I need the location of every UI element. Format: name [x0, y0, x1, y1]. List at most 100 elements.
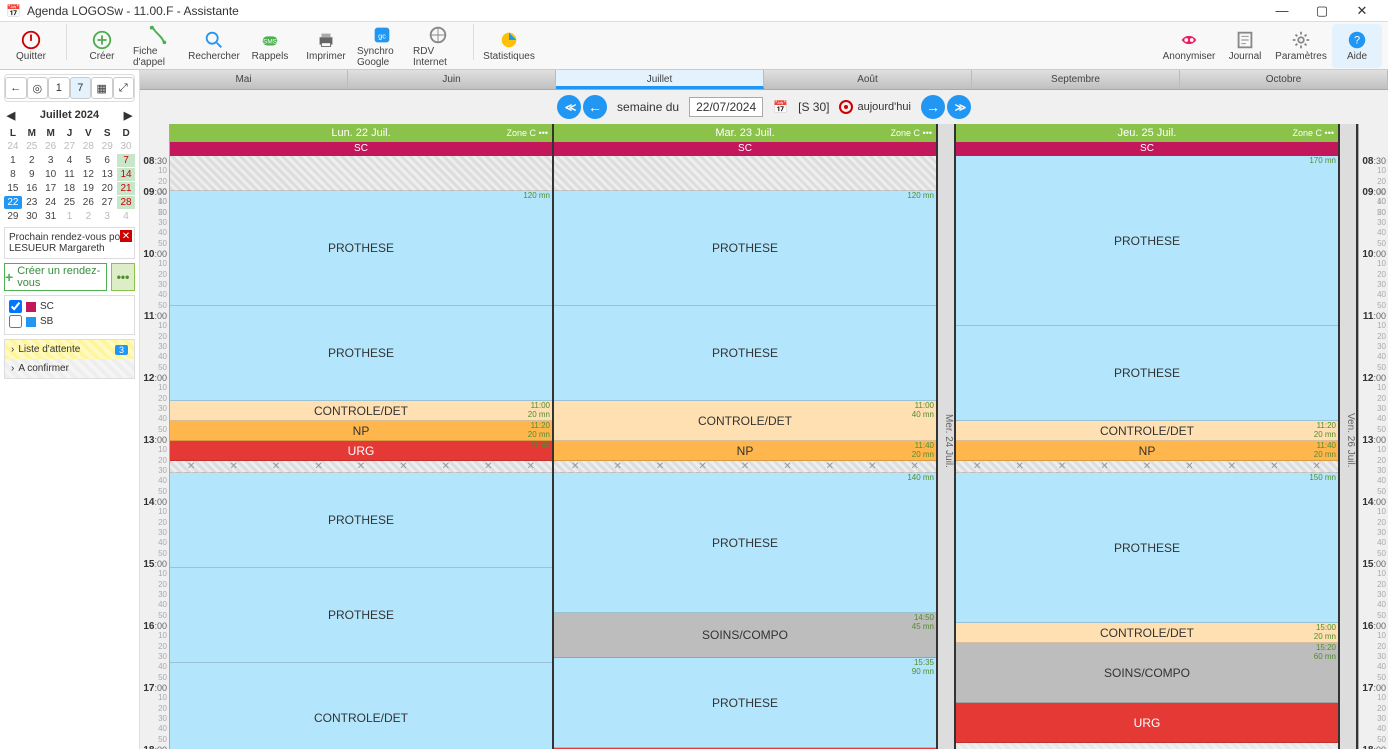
day-header[interactable]: Jeu. 25 Juil.Zone C •••	[956, 124, 1338, 142]
settings-button[interactable]: Paramètres	[1276, 24, 1326, 68]
cal-day-cell[interactable]: 28	[117, 196, 135, 209]
time-slot[interactable]: PROTHESE120 mn	[170, 191, 552, 306]
help-button[interactable]: ?Aide	[1332, 24, 1382, 68]
time-slot[interactable]: URG	[956, 703, 1338, 743]
prev-fast-button[interactable]: ≪	[557, 95, 581, 119]
cal-day-cell[interactable]: 3	[42, 154, 60, 167]
anonymize-button[interactable]: Anonymiser	[1164, 24, 1214, 68]
prev-week-button[interactable]: ←	[583, 95, 607, 119]
maximize-button[interactable]: ▢	[1302, 1, 1342, 21]
week-view-button[interactable]: 7	[70, 77, 92, 99]
cal-day-cell[interactable]: 25	[23, 140, 41, 153]
time-slot[interactable]: PROTHESE140 mn	[554, 473, 936, 613]
cal-day-cell[interactable]: 27	[98, 196, 116, 209]
cal-day-cell[interactable]: 24	[42, 196, 60, 209]
time-slot[interactable]: NP11:40 20 mn	[554, 441, 936, 461]
cal-day-cell[interactable]: 4	[61, 154, 79, 167]
cal-day-cell[interactable]: 17	[42, 182, 60, 195]
day-view-button[interactable]: 1	[48, 77, 70, 99]
collapsed-day[interactable]: Mer. 24 Juil.	[938, 124, 956, 749]
cal-day-cell[interactable]: 8	[4, 168, 22, 181]
cal-day-cell[interactable]: 23	[23, 196, 41, 209]
time-slot[interactable]: CONTROLE/DET15:00 20 mn	[956, 623, 1338, 643]
time-slot[interactable]: NP11:40 20 mn	[956, 441, 1338, 461]
legend-row[interactable]: SC	[9, 300, 130, 313]
practitioner-subheader[interactable]: SC	[170, 142, 552, 156]
cal-day-cell[interactable]: 29	[4, 210, 22, 223]
back-arrow-button[interactable]: ←	[5, 77, 27, 99]
time-slot[interactable]: PROTHESE	[170, 473, 552, 568]
cal-day-cell[interactable]: 19	[79, 182, 97, 195]
sidelist-item[interactable]: ›Liste d'attente3	[5, 340, 134, 359]
time-slot[interactable]: CONTROLE/DET11:00 20 mn	[170, 401, 552, 421]
cal-day-cell[interactable]: 27	[61, 140, 79, 153]
cal-day-cell[interactable]: 5	[79, 154, 97, 167]
practitioner-subheader[interactable]: SC	[554, 142, 936, 156]
reminders-button[interactable]: SMSRappels	[245, 24, 295, 68]
month-tab[interactable]: Juillet	[556, 70, 764, 89]
day-header[interactable]: Lun. 22 Juil.Zone C •••	[170, 124, 552, 142]
time-slot[interactable]: PROTHESE150 mn	[956, 473, 1338, 623]
month-tab[interactable]: Mai	[140, 70, 348, 89]
day-zone[interactable]: Zone C •••	[1293, 128, 1334, 138]
time-slot[interactable]: PROTHESE	[554, 306, 936, 401]
cal-day-cell[interactable]: 3	[98, 210, 116, 223]
target-button[interactable]: ◎	[27, 77, 49, 99]
today-button[interactable]: aujourd'hui	[839, 100, 910, 114]
cal-day-cell[interactable]: 2	[23, 154, 41, 167]
cal-day-cell[interactable]: 2	[79, 210, 97, 223]
day-zone[interactable]: Zone C •••	[891, 128, 932, 138]
month-tab[interactable]: Juin	[348, 70, 556, 89]
create-button[interactable]: Créer	[77, 24, 127, 68]
cal-day-cell[interactable]: 18	[61, 182, 79, 195]
cal-prev-button[interactable]: ◀	[4, 109, 18, 122]
time-slot[interactable]: CONTROLE/DET11:00 40 mn	[554, 401, 936, 441]
cal-day-cell[interactable]: 13	[98, 168, 116, 181]
cal-day-cell[interactable]: 22	[4, 196, 22, 209]
day-header[interactable]: Mar. 23 Juil.Zone C •••	[554, 124, 936, 142]
cal-day-cell[interactable]: 26	[79, 196, 97, 209]
time-slot[interactable]: CONTROLE/DET11:20 20 mn	[956, 421, 1338, 441]
time-slot[interactable]: NP11:20 20 mn	[170, 421, 552, 441]
time-slot[interactable]: PROTHESE	[956, 326, 1338, 421]
time-slot[interactable]: SOINS/COMPO15:20 60 mn	[956, 643, 1338, 703]
cal-day-cell[interactable]: 20	[98, 182, 116, 195]
callsheet-button[interactable]: Fiche d'appel	[133, 24, 183, 68]
close-icon[interactable]: ✕	[120, 230, 132, 242]
cal-day-cell[interactable]: 10	[42, 168, 60, 181]
cal-day-cell[interactable]: 30	[117, 140, 135, 153]
close-button[interactable]: ✕	[1342, 1, 1382, 21]
time-slot[interactable]: PROTHESE	[170, 568, 552, 663]
time-slot[interactable]: PROTHESE	[170, 306, 552, 401]
stats-button[interactable]: Statistiques	[484, 24, 534, 68]
journal-button[interactable]: Journal	[1220, 24, 1270, 68]
cal-day-cell[interactable]: 28	[79, 140, 97, 153]
cal-day-cell[interactable]: 14	[117, 168, 135, 181]
cal-day-cell[interactable]: 16	[23, 182, 41, 195]
sidelist-item[interactable]: ›A confirmer	[5, 359, 134, 378]
cal-day-cell[interactable]: 6	[98, 154, 116, 167]
time-slot[interactable]: PROTHESE170 mn	[956, 156, 1338, 326]
month-tab[interactable]: Août	[764, 70, 972, 89]
time-slot[interactable]	[554, 156, 936, 191]
time-slot[interactable]: PROTHESE15:35 90 mn	[554, 658, 936, 748]
calendar-icon[interactable]: 📅	[773, 100, 788, 114]
month-view-button[interactable]: ▦	[91, 77, 113, 99]
print-button[interactable]: Imprimer	[301, 24, 351, 68]
time-slot[interactable]: ✕✕✕✕✕✕✕✕✕	[956, 461, 1338, 473]
time-slot[interactable]: ✕✕✕✕✕✕✕✕✕	[170, 461, 552, 473]
create-more-button[interactable]: •••	[111, 263, 135, 291]
cal-day-cell[interactable]: 1	[61, 210, 79, 223]
time-slot[interactable]	[170, 156, 552, 191]
time-slot[interactable]: ✕✕✕✕✕✕✕✕✕	[554, 461, 936, 473]
legend-checkbox[interactable]	[9, 315, 22, 328]
cal-day-cell[interactable]: 12	[79, 168, 97, 181]
month-tab[interactable]: Octobre	[1180, 70, 1388, 89]
collapsed-day[interactable]: Ven. 26 Juil.	[1340, 124, 1358, 749]
date-input[interactable]: 22/07/2024	[689, 97, 763, 117]
next-week-button[interactable]: →	[921, 95, 945, 119]
cal-day-cell[interactable]: 15	[4, 182, 22, 195]
cal-day-cell[interactable]: 4	[117, 210, 135, 223]
cal-day-cell[interactable]: 30	[23, 210, 41, 223]
expand-button[interactable]: ⤢	[113, 77, 135, 99]
